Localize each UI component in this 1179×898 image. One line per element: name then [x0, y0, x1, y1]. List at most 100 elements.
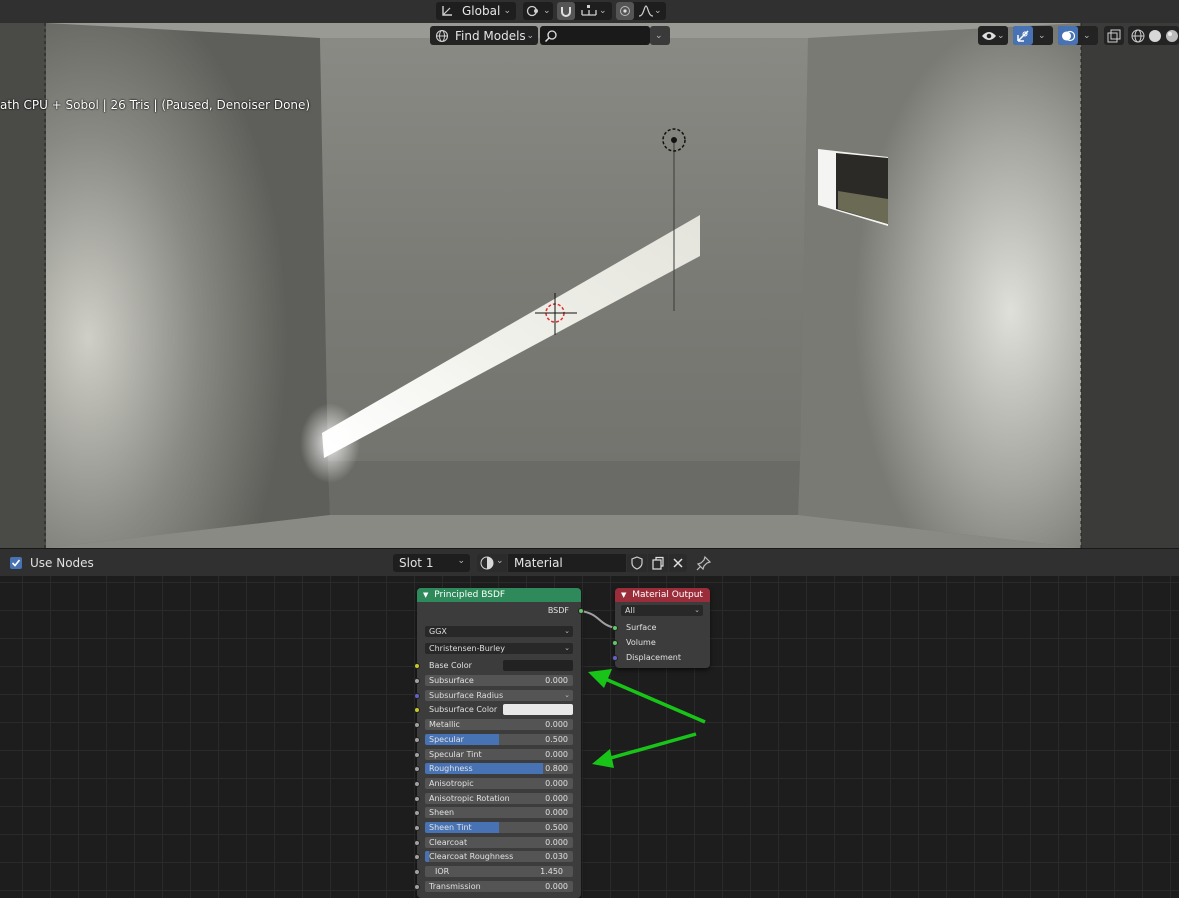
snapping-controls[interactable]: ⌄: [557, 2, 612, 20]
roughness-label: Roughness: [429, 764, 473, 774]
ior-value: 1.450: [540, 867, 563, 877]
volume-input-socket[interactable]: [612, 640, 618, 646]
render-info-text: ath CPU + Sobol | 26 Tris | (Paused, Den…: [0, 98, 311, 112]
pivot-icon: [526, 5, 538, 17]
subsurface-color-label: Subsurface Color: [429, 705, 498, 715]
material-output-node[interactable]: ▼ Material Output All ⌄ Surface Volume D…: [615, 588, 710, 668]
bsdf-input-socket[interactable]: [414, 678, 420, 684]
transmission-label: Transmission: [429, 881, 481, 891]
chevron-down-icon: ⌄: [654, 6, 662, 16]
unlink-material-button[interactable]: [669, 554, 687, 572]
subsurface-value: 0.000: [545, 676, 568, 685]
proportional-editing-controls[interactable]: ⌄: [616, 2, 666, 20]
bsdf-input-socket[interactable]: [414, 883, 420, 890]
search-input[interactable]: [540, 26, 650, 45]
clearcoat-roughness-slider[interactable]: Clearcoat Roughness 0.030: [425, 851, 573, 863]
principled-bsdf-header[interactable]: ▼ Principled BSDF: [417, 588, 581, 602]
annotation-arrow-upper: [588, 669, 706, 724]
proportional-editing-icon[interactable]: [616, 2, 634, 20]
pin-icon[interactable]: [696, 555, 712, 571]
bsdf-input-socket[interactable]: [414, 780, 420, 787]
gizmo-icon[interactable]: [1013, 26, 1033, 45]
duplicate-material-button[interactable]: [648, 554, 668, 572]
material-preview-icon[interactable]: [1165, 29, 1179, 43]
solid-shading-icon[interactable]: [1148, 29, 1162, 43]
roughness-value: 0.800: [545, 764, 568, 774]
wireframe-shading-icon[interactable]: [1131, 29, 1145, 43]
find-models-dropdown[interactable]: Find Models ⌄: [430, 26, 538, 45]
sheen-tint-label: Sheen Tint: [429, 823, 472, 832]
slot-dropdown[interactable]: Slot 1 ⌄: [393, 554, 470, 572]
collapse-arrow-icon[interactable]: ▼: [423, 591, 428, 599]
material-output-title: Material Output: [632, 590, 703, 600]
output-target-dropdown[interactable]: All ⌄: [621, 605, 703, 616]
material-browse-button[interactable]: ⌄: [477, 554, 507, 572]
bsdf-input-socket[interactable]: [414, 692, 420, 699]
bsdf-input-socket[interactable]: [414, 839, 420, 846]
subsurface-slider[interactable]: Subsurface 0.000: [425, 675, 573, 686]
ior-label: IOR: [435, 867, 450, 877]
globe-icon: [435, 29, 449, 42]
base-color-swatch[interactable]: [503, 660, 573, 671]
clearcoat-slider[interactable]: Clearcoat 0.000: [425, 836, 573, 848]
close-icon: [673, 558, 683, 568]
pivot-point-dropdown[interactable]: ⌄: [523, 2, 553, 20]
subsurface-method-dropdown[interactable]: Christensen-Burley ⌄: [425, 643, 573, 654]
search-options-button[interactable]: ⌄: [650, 26, 670, 45]
material-name-field[interactable]: Material: [508, 554, 626, 572]
xray-toggle[interactable]: [1104, 26, 1124, 45]
node-editor-canvas[interactable]: ▼ Principled BSDF BSDF GGX ⌄ Christensen…: [0, 576, 1179, 898]
3d-viewport[interactable]: ath CPU + Sobol | 26 Tris | (Paused, Den…: [0, 23, 1179, 548]
chevron-down-icon: ⌄: [564, 627, 570, 635]
anisotropic-slider[interactable]: Anisotropic 0.000: [425, 777, 573, 789]
displacement-input-socket[interactable]: [612, 655, 618, 661]
bsdf-input-socket[interactable]: [414, 825, 420, 831]
material-output-header[interactable]: ▼ Material Output: [615, 588, 710, 602]
subsurface-color-swatch[interactable]: [503, 704, 573, 716]
chevron-down-icon: ⌄: [496, 556, 504, 566]
output-target-label: All: [625, 606, 635, 615]
base-color-socket[interactable]: [414, 663, 420, 669]
transmission-slider[interactable]: Transmission 0.000: [425, 880, 573, 892]
shield-icon: [631, 556, 643, 570]
transform-orientation-dropdown[interactable]: Global ⌄: [436, 2, 516, 20]
specular-label: Specular: [429, 734, 464, 744]
surface-input-socket[interactable]: [612, 625, 618, 631]
distribution-dropdown[interactable]: GGX ⌄: [425, 626, 573, 637]
collapse-arrow-icon[interactable]: ▼: [621, 591, 626, 599]
node-link-bsdf-surface: [580, 610, 616, 629]
search-icon: [544, 29, 557, 42]
material-name-text: Material: [514, 556, 563, 570]
roughness-slider[interactable]: Roughness 0.800: [425, 763, 573, 775]
bsdf-output-socket[interactable]: [578, 608, 584, 614]
shading-mode-group[interactable]: [1128, 26, 1179, 45]
use-nodes-checkbox[interactable]: [10, 557, 22, 569]
gizmo-dropdown[interactable]: ⌄: [1013, 26, 1053, 45]
principled-bsdf-node[interactable]: ▼ Principled BSDF BSDF GGX ⌄ Christensen…: [417, 588, 581, 898]
magnet-icon[interactable]: [557, 2, 575, 20]
chevron-down-icon: ⌄: [526, 30, 534, 41]
overlays-icon[interactable]: [1058, 26, 1078, 45]
visibility-dropdown[interactable]: ⌄: [978, 26, 1008, 45]
viewport-header: Global ⌄ ⌄ ⌄ ⌄: [0, 0, 1179, 23]
specular-slider[interactable]: Specular 0.500: [425, 733, 573, 745]
overlays-dropdown[interactable]: ⌄: [1058, 26, 1098, 45]
anisotropic-rotation-value: 0.000: [545, 793, 568, 803]
metallic-slider[interactable]: Metallic 0.000: [425, 719, 573, 731]
falloff-curve-icon: [638, 5, 654, 17]
ior-slider[interactable]: IOR 1.450: [425, 866, 573, 878]
material-sphere-icon: [480, 556, 494, 570]
fake-user-button[interactable]: [627, 554, 647, 572]
chevron-down-icon: ⌄: [1038, 30, 1046, 41]
bsdf-input-socket[interactable]: [414, 736, 420, 743]
subsurface-radius-dropdown[interactable]: Subsurface Radius ⌄: [425, 689, 573, 701]
specular-tint-slider[interactable]: Specular Tint 0.000: [425, 748, 573, 760]
sheen-slider[interactable]: Sheen 0.000: [425, 807, 573, 819]
anisotropic-rotation-label: Anisotropic Rotation: [429, 793, 510, 803]
anisotropic-rotation-slider[interactable]: Anisotropic Rotation 0.000: [425, 792, 573, 804]
metallic-label: Metallic: [429, 720, 460, 730]
bsdf-input-socket[interactable]: [414, 751, 420, 758]
annotation-arrows: [588, 669, 706, 768]
bsdf-input-socket[interactable]: [414, 795, 420, 802]
sheen-tint-slider[interactable]: Sheen Tint 0.500: [425, 822, 573, 833]
